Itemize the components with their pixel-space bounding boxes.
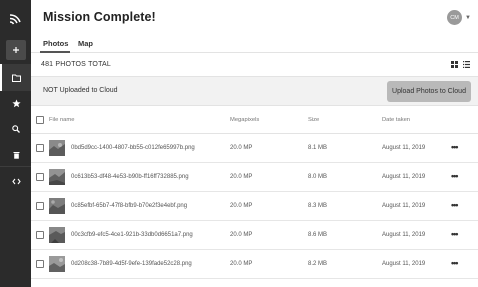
table-row[interactable]: 0bd5d9cc-1400-4807-bb55-c012fe65997b.png… bbox=[31, 134, 478, 163]
row-checkbox[interactable] bbox=[36, 202, 44, 210]
column-header-date-taken[interactable]: Date taken bbox=[382, 117, 410, 123]
search-icon bbox=[12, 125, 20, 133]
row-checkbox[interactable] bbox=[36, 260, 44, 268]
avatar[interactable]: CM bbox=[447, 10, 462, 25]
header: Mission Complete! CM ▼ bbox=[31, 0, 478, 36]
photos-table: File name Megapixels Size Date taken 0bd… bbox=[31, 106, 478, 279]
file-size: 8.2 MB bbox=[308, 261, 328, 267]
column-header-size[interactable]: Size bbox=[308, 117, 319, 123]
megapixels: 20.0 MP bbox=[230, 261, 253, 267]
photos-summary: 481 PHOTOS TOTAL bbox=[31, 53, 478, 77]
file-name: 0bd5d9cc-1400-4807-bb55-c012fe65997b.png bbox=[71, 145, 195, 151]
file-size: 8.0 MB bbox=[308, 174, 328, 180]
add-button[interactable] bbox=[6, 40, 26, 60]
date-taken: August 11, 2019 bbox=[382, 145, 426, 151]
megapixels: 20.0 MP bbox=[230, 174, 253, 180]
date-taken: August 11, 2019 bbox=[382, 261, 426, 267]
row-checkbox[interactable] bbox=[36, 144, 44, 152]
nav-item-developer[interactable] bbox=[6, 171, 26, 191]
table-row[interactable]: 00c3cfb9-efc5-4ce1-921b-33db0d6651a7.png… bbox=[31, 221, 478, 250]
logo-icon bbox=[9, 14, 21, 25]
tab-photos[interactable]: Photos bbox=[43, 39, 68, 48]
photos-count: 481 PHOTOS TOTAL bbox=[41, 61, 111, 68]
row-checkbox[interactable] bbox=[36, 173, 44, 181]
more-options-icon[interactable]: ••• bbox=[451, 142, 459, 152]
file-size: 8.6 MB bbox=[308, 232, 328, 238]
nav-item-photos[interactable] bbox=[6, 68, 26, 88]
upload-photos-button[interactable]: Upload Photos to Cloud bbox=[387, 81, 471, 102]
nav-item-trash[interactable] bbox=[6, 145, 26, 165]
more-options-icon[interactable]: ••• bbox=[451, 171, 459, 181]
megapixels: 20.0 MP bbox=[230, 203, 253, 209]
nav-item-favorites[interactable] bbox=[6, 93, 26, 113]
photo-thumbnail bbox=[49, 169, 65, 185]
add-icon bbox=[13, 47, 19, 53]
tab-bar: Photos Map bbox=[31, 36, 478, 53]
upload-status-banner: NOT Uploaded to Cloud Upload Photos to C… bbox=[31, 77, 478, 106]
nav-rail bbox=[0, 0, 31, 287]
date-taken: August 11, 2019 bbox=[382, 203, 426, 209]
table-header: File name Megapixels Size Date taken bbox=[31, 106, 478, 134]
nav-divider bbox=[0, 166, 31, 167]
select-all-checkbox[interactable] bbox=[36, 116, 44, 124]
date-taken: August 11, 2019 bbox=[382, 232, 426, 238]
file-size: 8.1 MB bbox=[308, 145, 328, 151]
date-taken: August 11, 2019 bbox=[382, 174, 426, 180]
file-name: 00c3cfb9-efc5-4ce1-921b-33db0d6651a7.png bbox=[71, 232, 193, 238]
file-name: 0c613b53-df48-4e53-b90b-ff16ff732885.png bbox=[71, 174, 189, 180]
more-options-icon[interactable]: ••• bbox=[451, 258, 459, 268]
code-icon bbox=[11, 178, 21, 184]
more-options-icon[interactable]: ••• bbox=[451, 200, 459, 210]
chevron-down-icon[interactable]: ▼ bbox=[465, 15, 471, 21]
column-header-file-name[interactable]: File name bbox=[49, 117, 74, 123]
more-options-icon[interactable]: ••• bbox=[451, 229, 459, 239]
star-icon bbox=[11, 98, 21, 107]
table-row[interactable]: 0c85efbf-65b7-47f8-bfb9-b70e2f3e4ebf.png… bbox=[31, 192, 478, 221]
photo-thumbnail bbox=[49, 198, 65, 214]
table-row[interactable]: 0c613b53-df48-4e53-b90b-ff16ff732885.png… bbox=[31, 163, 478, 192]
file-name: 0d208c38-7b89-4d5f-9efe-139fade52c28.png bbox=[71, 261, 192, 267]
file-size: 8.3 MB bbox=[308, 203, 328, 209]
trash-icon bbox=[13, 152, 19, 159]
column-header-megapixels[interactable]: Megapixels bbox=[230, 117, 259, 123]
grid-view-icon[interactable] bbox=[451, 61, 458, 68]
photo-thumbnail bbox=[49, 140, 65, 156]
table-row[interactable]: 0d208c38-7b89-4d5f-9efe-139fade52c28.png… bbox=[31, 250, 478, 279]
upload-status-message: NOT Uploaded to Cloud bbox=[43, 87, 118, 94]
row-checkbox[interactable] bbox=[36, 231, 44, 239]
page-title: Mission Complete! bbox=[43, 10, 156, 24]
megapixels: 20.0 MP bbox=[230, 145, 253, 151]
main-content: Mission Complete! CM ▼ Photos Map 481 PH… bbox=[31, 0, 478, 287]
photo-thumbnail bbox=[49, 227, 65, 243]
megapixels: 20.0 MP bbox=[230, 232, 253, 238]
tab-map[interactable]: Map bbox=[78, 39, 93, 48]
folder-icon bbox=[11, 74, 21, 82]
nav-item-search[interactable] bbox=[6, 119, 26, 139]
list-view-icon[interactable] bbox=[463, 61, 470, 68]
file-name: 0c85efbf-65b7-47f8-bfb9-b70e2f3e4ebf.png bbox=[71, 203, 188, 209]
photo-thumbnail bbox=[49, 256, 65, 272]
